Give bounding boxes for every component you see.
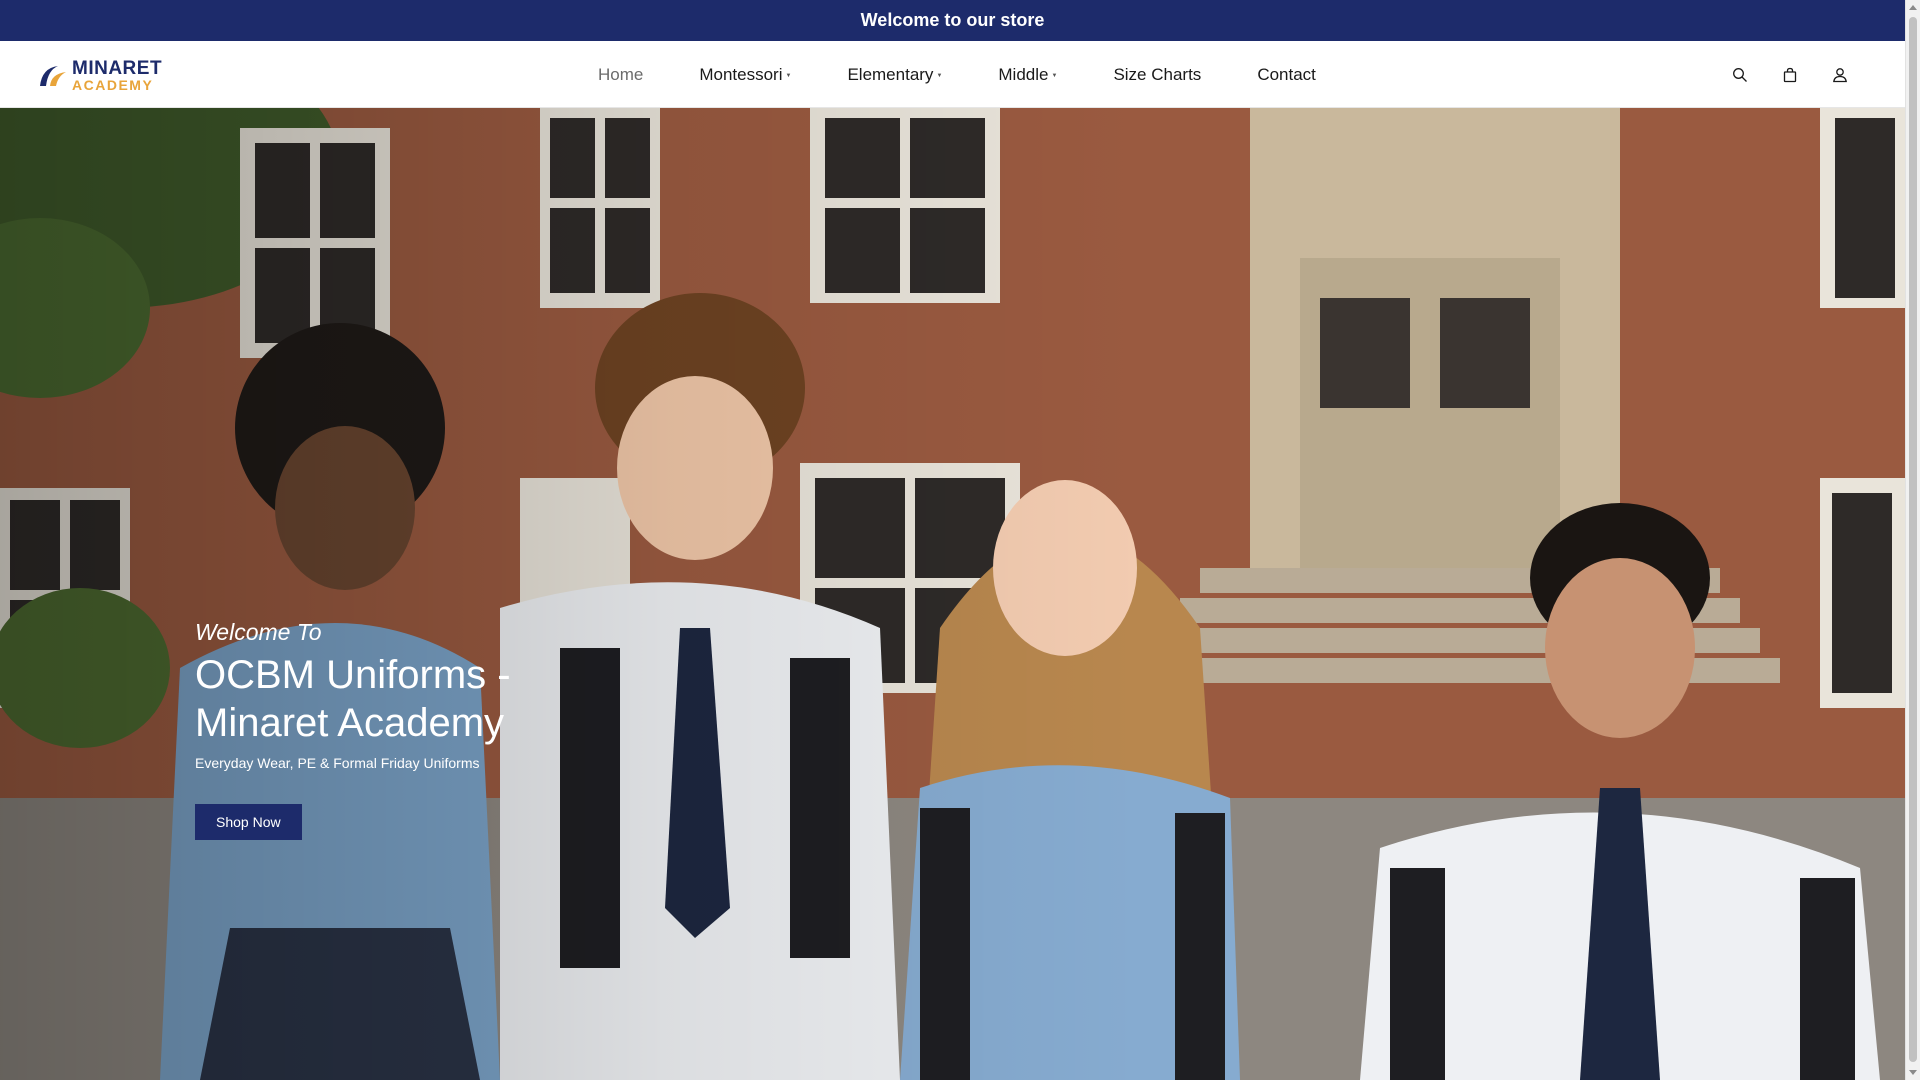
announcement-bar: Welcome to our store — [0, 0, 1905, 41]
scroll-up-arrow-icon[interactable] — [1909, 5, 1917, 10]
hero-overlay — [0, 108, 1905, 1080]
account-button[interactable] — [1815, 60, 1865, 90]
nav-elementary[interactable]: Elementary ▼ — [847, 65, 942, 85]
nav-home[interactable]: Home — [598, 65, 643, 85]
announcement-text: Welcome to our store — [860, 10, 1045, 30]
shop-now-button[interactable]: Shop Now — [195, 804, 302, 840]
hero-banner: Welcome To OCBM Uniforms - Minaret Acade… — [0, 108, 1905, 1080]
nav-size-charts[interactable]: Size Charts — [1113, 65, 1201, 85]
hero-content: Welcome To OCBM Uniforms - Minaret Acade… — [195, 619, 525, 840]
chevron-down-icon: ▼ — [1051, 72, 1058, 79]
account-icon — [1833, 67, 1847, 82]
logo-text-line1: MINARET — [72, 57, 163, 79]
nav-middle[interactable]: Middle ▼ — [998, 65, 1057, 85]
nav-montessori-label: Montessori — [699, 64, 783, 84]
cart-button[interactable] — [1765, 60, 1815, 90]
page-scrollbar[interactable] — [1905, 0, 1920, 1080]
nav-contact-label: Contact — [1257, 64, 1316, 84]
search-icon — [1733, 67, 1747, 82]
hero-subtitle: Everyday Wear, PE & Formal Friday Unifor… — [195, 755, 480, 771]
nav-size-charts-label: Size Charts — [1113, 64, 1202, 84]
nav-elementary-label: Elementary — [847, 64, 934, 84]
hero-eyebrow: Welcome To — [195, 619, 322, 645]
nav-contact[interactable]: Contact — [1257, 65, 1316, 85]
cart-icon — [1783, 67, 1797, 82]
logo-arch-icon — [40, 66, 66, 86]
nav-montessori[interactable]: Montessori ▼ — [699, 65, 791, 85]
site-logo[interactable]: MINARET ACADEMY — [38, 57, 163, 93]
logo-text-line2: ACADEMY — [72, 76, 154, 93]
scroll-down-arrow-icon[interactable] — [1909, 1070, 1917, 1075]
nav-home-label: Home — [598, 64, 644, 84]
hero-title: OCBM Uniforms - Minaret Academy — [195, 653, 511, 745]
site-header: MINARET ACADEMY Home Montessori ▼ Elemen… — [0, 41, 1905, 108]
nav-middle-label: Middle — [998, 64, 1049, 84]
main-nav: Home Montessori ▼ Elementary ▼ Middle ▼ … — [598, 41, 1316, 108]
chevron-down-icon: ▼ — [936, 72, 943, 79]
chevron-down-icon: ▼ — [785, 72, 792, 79]
header-actions — [1715, 41, 1865, 108]
search-button[interactable] — [1715, 60, 1765, 90]
scroll-thumb[interactable] — [1909, 17, 1917, 1062]
